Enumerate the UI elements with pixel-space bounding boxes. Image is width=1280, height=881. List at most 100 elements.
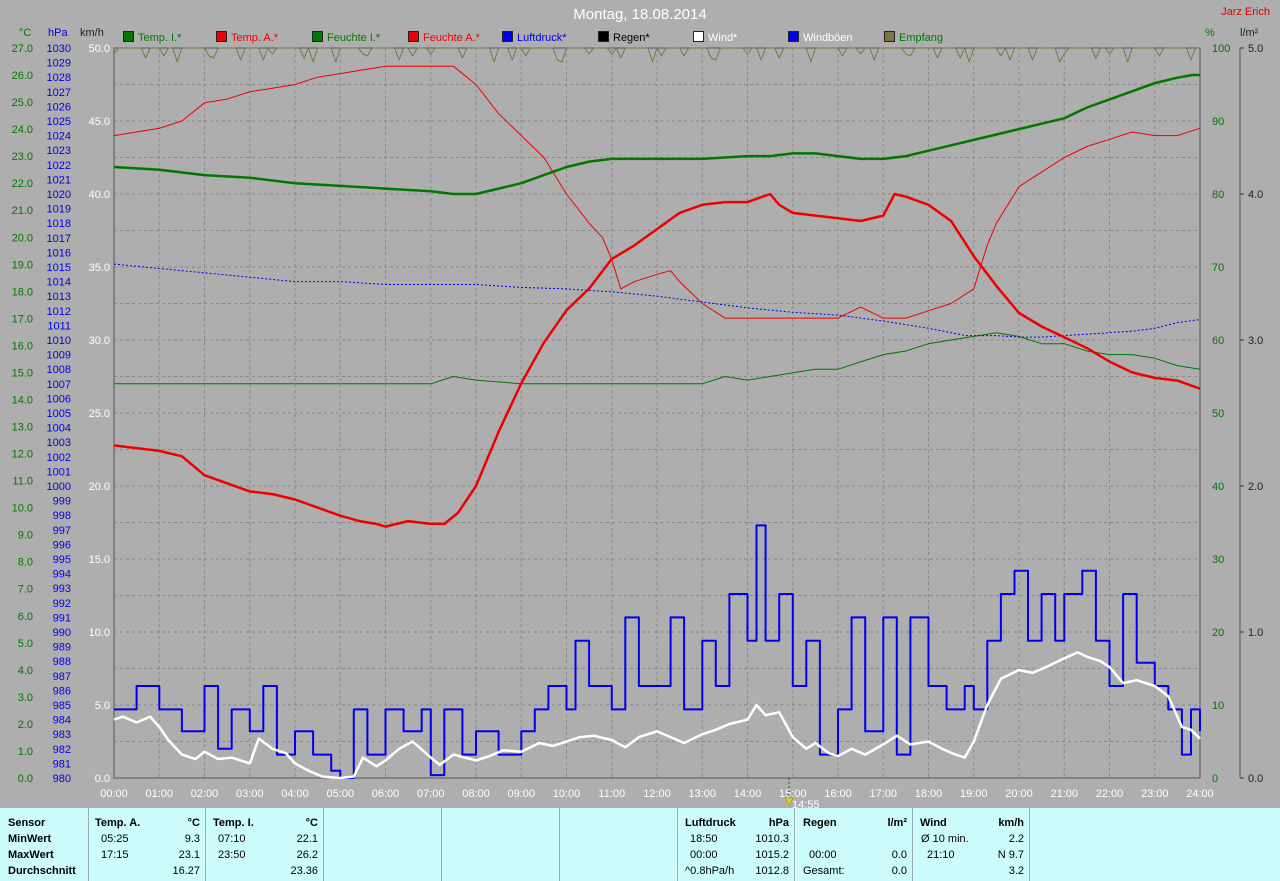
stats-value: 1015.2 (755, 849, 789, 861)
temp-tick-label: 2.0 (18, 719, 33, 731)
stats-value: 3.2 (1008, 865, 1024, 877)
legend-item-humidity-inside[interactable]: Feuchte I.* (312, 31, 380, 44)
x-tick-label: 13:00 (688, 788, 716, 800)
legend-swatch (502, 31, 513, 42)
temp-tick-label: 11.0 (12, 476, 33, 488)
pressure-tick-label: 1022 (47, 160, 71, 172)
legend-swatch (884, 31, 895, 42)
legend-swatch (216, 31, 227, 42)
stats-unit: °C (305, 817, 318, 829)
pressure-tick-label: 1006 (47, 393, 71, 405)
wind-tick-label: 0.0 (95, 773, 110, 785)
pressure-tick-label: 1001 (47, 466, 71, 478)
legend-item-wind[interactable]: Wind* (693, 31, 737, 44)
legend-item-pressure[interactable]: Luftdruck* (502, 31, 567, 44)
temp-tick-label: 17.0 (12, 313, 33, 325)
pressure-tick-label: 987 (53, 671, 71, 683)
pressure-tick-label: 995 (53, 554, 71, 566)
rain-tick-label: 3.0 (1248, 335, 1263, 347)
pressure-tick-label: 1000 (47, 481, 71, 493)
x-tick-label: 05:00 (326, 788, 354, 800)
temp-tick-label: 3.0 (18, 692, 33, 704)
stats-header-sensor: Sensor (8, 817, 46, 829)
pressure-tick-label: 1011 (47, 320, 71, 332)
wind-tick-label: 10.0 (89, 627, 110, 639)
temp-tick-label: 19.0 (12, 259, 33, 271)
x-tick-label: 18:00 (915, 788, 943, 800)
temp-tick-label: 7.0 (18, 584, 33, 596)
x-tick-label: 10:00 (553, 788, 581, 800)
wind-tick-label: 15.0 (89, 554, 110, 566)
rain-tick-label: 0.0 (1248, 773, 1263, 785)
stats-value: 16.27 (172, 865, 200, 877)
x-tick-label: 17:00 (869, 788, 897, 800)
stats-empty-column (1029, 808, 1280, 881)
temp-tick-label: 14.0 (12, 394, 33, 406)
pressure-tick-label: 1028 (47, 72, 71, 84)
humidity-tick-label: 70 (1212, 262, 1224, 274)
pressure-tick-label: 989 (53, 642, 71, 654)
temp-tick-label: 20.0 (12, 232, 33, 244)
pressure-tick-label: 998 (53, 510, 71, 522)
pressure-tick-label: 1026 (47, 101, 71, 113)
stats-time: 17:15 (101, 849, 129, 861)
x-tick-label: 19:00 (960, 788, 988, 800)
temp-tick-label: 8.0 (18, 557, 33, 569)
rain-unit-label: l/m² (1240, 27, 1259, 39)
pressure-tick-label: 1004 (47, 423, 71, 435)
stats-empty-column (559, 808, 678, 881)
pressure-tick-label: 1016 (47, 247, 71, 259)
x-tick-label: 08:00 (462, 788, 490, 800)
stats-value: N 9.7 (997, 849, 1024, 861)
humidity-tick-label: 10 (1212, 700, 1224, 712)
legend-item-humidity-outside[interactable]: Feuchte A.* (408, 31, 480, 44)
rain-tick-label: 2.0 (1248, 481, 1263, 493)
legend-item-rain[interactable]: Regen* (598, 31, 650, 44)
stats-time: 00:00 (809, 849, 837, 861)
temp-tick-label: 24.0 (12, 124, 33, 136)
temp-tick-label: 12.0 (12, 449, 33, 461)
pressure-tick-label: 1008 (47, 364, 71, 376)
humidity-unit-label: % (1205, 27, 1215, 39)
temp-tick-label: 5.0 (18, 638, 33, 650)
pressure-tick-label: 1025 (47, 116, 71, 128)
stats-row-min: MinWert (8, 833, 52, 845)
legend-item-reception[interactable]: Empfang (884, 31, 943, 44)
x-tick-label: 22:00 (1096, 788, 1124, 800)
now-marker-label: 14:55 (792, 799, 820, 808)
pressure-tick-label: 1015 (47, 262, 71, 274)
temp-tick-label: 0.0 (18, 773, 33, 785)
pressure-tick-label: 981 (53, 758, 71, 770)
legend-item-temp-outside[interactable]: Temp. A.* (216, 31, 278, 44)
legend-swatch (123, 31, 134, 42)
legend-item-gusts[interactable]: Windböen (788, 31, 853, 44)
pressure-tick-label: 1024 (47, 131, 71, 143)
pressure-tick-label: 1013 (47, 291, 71, 303)
pressure-tick-label: 997 (53, 525, 71, 537)
x-tick-label: 20:00 (1005, 788, 1033, 800)
stats-rain-column: Regen l/m² 00:00 0.0 Gesamt: 0.0 (794, 808, 913, 881)
pressure-tick-label: 992 (53, 598, 71, 610)
pressure-tick-label: 993 (53, 583, 71, 595)
temp-tick-label: 10.0 (12, 503, 33, 515)
wind-tick-label: 50.0 (89, 43, 110, 55)
wind-tick-label: 40.0 (89, 189, 110, 201)
pressure-tick-label: 1010 (47, 335, 71, 347)
temp-tick-label: 6.0 (18, 611, 33, 623)
legend-item-temp-inside[interactable]: Temp. I.* (123, 31, 181, 44)
pressure-tick-label: 990 (53, 627, 71, 639)
temp-tick-label: 1.0 (18, 746, 33, 758)
pressure-tick-label: 1002 (47, 452, 71, 464)
temp-tick-label: 21.0 (12, 205, 33, 217)
pressure-tick-label: 1012 (47, 306, 71, 318)
wind-tick-label: 30.0 (89, 335, 110, 347)
wind-tick-label: 35.0 (89, 262, 110, 274)
pressure-tick-label: 1029 (47, 58, 71, 70)
stats-temp-inside-column: Temp. I. °C 07:10 22.1 23:50 26.2 23.36 (205, 808, 324, 881)
stats-empty-column (441, 808, 560, 881)
stats-header: Temp. A. (95, 817, 141, 829)
wind-unit-label: km/h (80, 27, 104, 39)
stats-time: 07:10 (218, 833, 246, 845)
x-tick-label: 14:00 (734, 788, 762, 800)
x-tick-label: 23:00 (1141, 788, 1169, 800)
